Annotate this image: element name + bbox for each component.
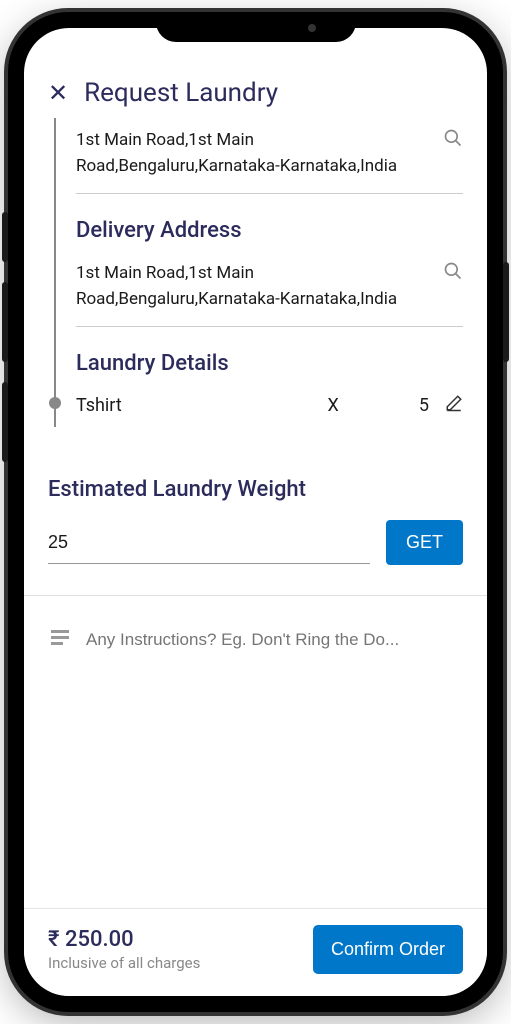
screen: ✕ Request Laundry 1st Main Road,1st Main… (24, 28, 487, 996)
page-title: Request Laundry (84, 78, 278, 108)
edit-icon[interactable] (445, 394, 463, 417)
total-price: ₹ 250.00 (48, 927, 200, 952)
header: ✕ Request Laundry (48, 78, 463, 108)
pickup-address-text: 1st Main Road,1st Main Road,Bengaluru,Ka… (76, 128, 431, 179)
laundry-details-title: Laundry Details (76, 351, 463, 376)
delivery-title: Delivery Address (76, 218, 463, 243)
timeline-container: 1st Main Road,1st Main Road,Bengaluru,Ka… (48, 128, 463, 427)
pickup-address-section: 1st Main Road,1st Main Road,Bengaluru,Ka… (76, 128, 463, 194)
phone-side-button (2, 282, 8, 362)
phone-frame: ✕ Request Laundry 1st Main Road,1st Main… (8, 12, 503, 1012)
delivery-address-section: Delivery Address 1st Main Road,1st Main … (76, 218, 463, 327)
divider (24, 595, 487, 596)
item-name: Tshirt (76, 395, 247, 416)
phone-notch (156, 12, 356, 42)
search-icon[interactable] (443, 128, 463, 152)
phone-side-button (503, 262, 509, 362)
instructions-input[interactable] (86, 630, 463, 650)
phone-side-button (2, 382, 8, 462)
search-icon[interactable] (443, 261, 463, 285)
confirm-order-button[interactable]: Confirm Order (313, 925, 463, 974)
close-icon[interactable]: ✕ (48, 79, 68, 107)
laundry-details-section: Laundry Details Tshirt X 5 (76, 351, 463, 427)
timeline-line (54, 118, 56, 427)
notes-icon (48, 626, 72, 654)
item-quantity: 5 (419, 395, 429, 416)
delivery-address-text: 1st Main Road,1st Main Road,Bengaluru,Ka… (76, 261, 431, 312)
price-block: ₹ 250.00 Inclusive of all charges (48, 927, 200, 972)
timeline-content: 1st Main Road,1st Main Road,Bengaluru,Ka… (76, 128, 463, 427)
get-button[interactable]: GET (386, 520, 463, 565)
item-multiplier: X (247, 395, 418, 416)
price-subtext: Inclusive of all charges (48, 954, 200, 972)
phone-side-button (2, 212, 8, 262)
instructions-row (48, 616, 463, 664)
footer: ₹ 250.00 Inclusive of all charges Confir… (24, 908, 487, 996)
content-area: ✕ Request Laundry 1st Main Road,1st Main… (24, 28, 487, 908)
timeline-dot-icon (49, 397, 61, 409)
weight-section: Estimated Laundry Weight GET (48, 477, 463, 565)
laundry-item-row: Tshirt X 5 (76, 394, 463, 427)
weight-title: Estimated Laundry Weight (48, 477, 463, 502)
weight-input[interactable] (48, 522, 370, 564)
